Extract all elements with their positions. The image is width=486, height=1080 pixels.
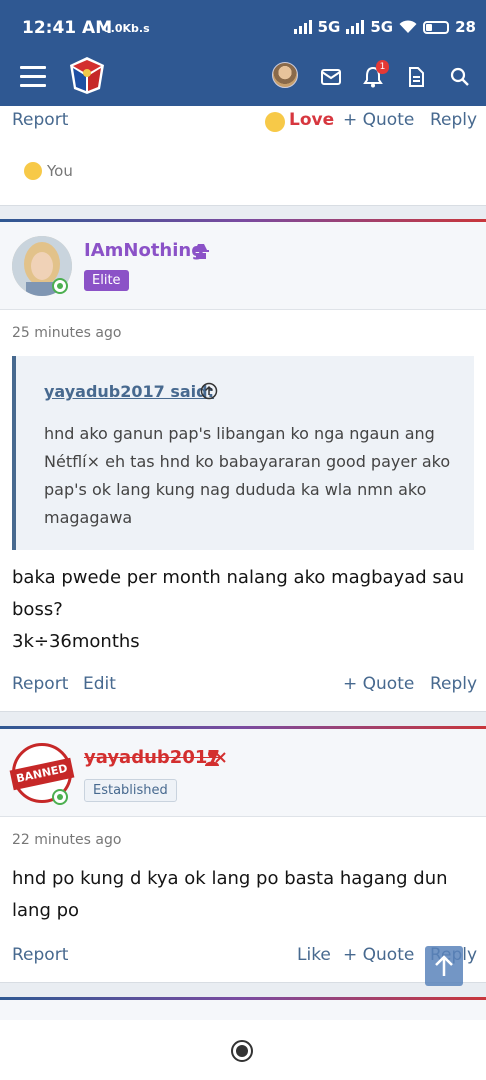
post-user-bar: BANNED yayadub2017 Established [0, 729, 486, 817]
post-message: baka pwede per month nalang ako magbayad… [12, 567, 465, 620]
edit-link[interactable]: Edit [83, 674, 116, 694]
arrow-up-circle-icon[interactable] [200, 382, 218, 400]
quote-button[interactable]: + Quote [343, 674, 414, 694]
online-indicator [52, 278, 68, 294]
network-type-2: 5G [370, 18, 394, 36]
post-card: IAmNothing Elite 25 minutes ago yayadub2… [0, 222, 486, 712]
quote-block: yayadub2017 said: hnd ako ganun pap's li… [12, 356, 474, 550]
signal-icon-2 [346, 20, 365, 34]
reply-button[interactable]: Reply [430, 110, 477, 130]
wifi-icon [399, 20, 417, 33]
battery-icon [423, 20, 450, 34]
status-bar: 12:41 AM 0.0Kb.s 5G 5G 28 [0, 0, 486, 58]
arrow-up-icon [435, 955, 453, 976]
post-message: hnd po kung d kya ok lang po basta hagan… [12, 868, 448, 921]
post-timestamp[interactable]: 22 minutes ago [12, 832, 121, 848]
quote-text: hnd ako ganun pap's libangan ko nga ngau… [44, 424, 451, 527]
user-rank-badge: Elite [84, 270, 129, 291]
network-type-1: 5G [317, 18, 341, 36]
site-logo[interactable] [66, 54, 108, 96]
post-user-bar [0, 1000, 486, 1020]
thread-content: Report Love + Quote Reply You IAmNothing [0, 106, 486, 1020]
scroll-to-top-button[interactable] [425, 946, 463, 986]
spy-icon [193, 244, 209, 259]
love-reaction-button[interactable]: Love [289, 110, 334, 130]
menu-icon[interactable] [20, 66, 46, 88]
bell-icon[interactable]: 1 [358, 60, 389, 92]
report-link[interactable]: Report [12, 110, 68, 130]
report-link[interactable]: Report [12, 674, 68, 694]
search-icon[interactable] [445, 62, 475, 92]
mail-icon[interactable] [316, 62, 346, 92]
home-button-icon[interactable] [231, 1040, 253, 1062]
report-link[interactable]: Report [12, 945, 68, 965]
system-navigation-bar [0, 1020, 486, 1080]
post-message-line: 3k÷36months [12, 631, 140, 652]
battery-level: 28 [455, 18, 476, 36]
document-icon[interactable] [401, 62, 431, 92]
user-rank-badge: Established [84, 779, 177, 802]
post-card-previous: Report Love + Quote Reply You [0, 106, 486, 206]
signal-icon [293, 20, 312, 34]
app-header: 1 [0, 57, 486, 106]
quote-button[interactable]: + Quote [343, 945, 414, 965]
banned-label: BANNED [9, 757, 75, 791]
quote-button[interactable]: + Quote [343, 110, 414, 130]
reaction-emoji-icon [24, 162, 42, 180]
status-time: 12:41 AM [22, 18, 113, 38]
post-username[interactable]: yayadub2017 [84, 747, 220, 768]
online-indicator [52, 789, 68, 805]
network-speed: 0.0Kb.s [103, 22, 150, 35]
reacted-by[interactable]: You [47, 162, 73, 180]
user-banned-icon [205, 750, 226, 766]
love-emoji-icon [265, 112, 285, 132]
post-user-bar: IAmNothing Elite [0, 222, 486, 310]
quote-author-link[interactable]: yayadub2017 said: [44, 382, 214, 401]
notification-badge: 1 [376, 60, 389, 74]
user-avatar[interactable] [272, 62, 298, 88]
like-button[interactable]: Like [297, 945, 331, 965]
post-card: BANNED yayadub2017 Established 22 minute… [0, 729, 486, 983]
post-username[interactable]: IAmNothing [84, 240, 204, 261]
post-timestamp[interactable]: 25 minutes ago [12, 325, 121, 341]
post-card-next [0, 1000, 486, 1020]
status-right: 5G 5G 28 [293, 18, 476, 36]
reply-button[interactable]: Reply [430, 674, 477, 694]
